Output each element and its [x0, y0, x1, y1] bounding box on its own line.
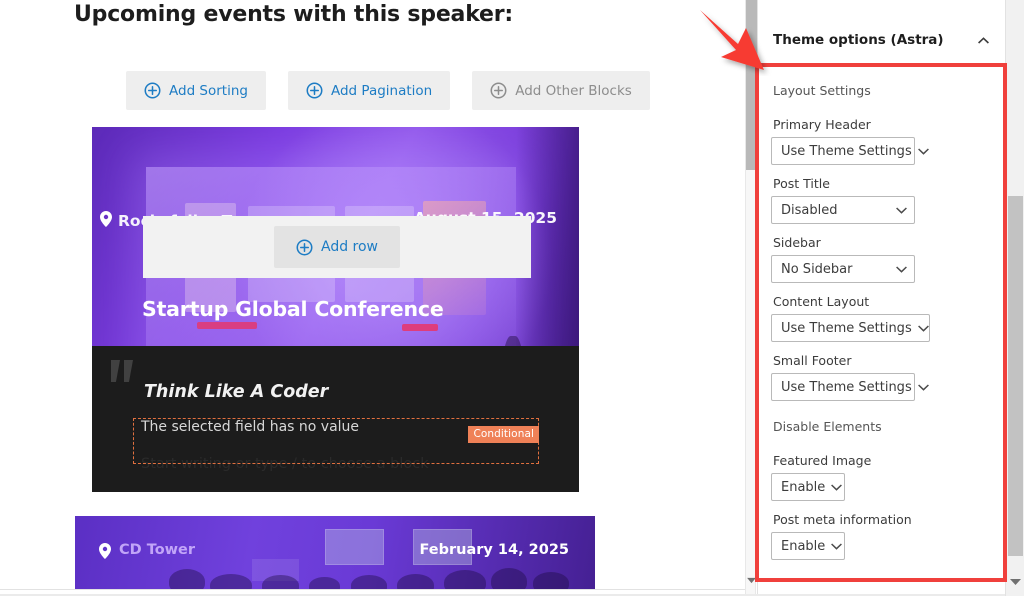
add-pagination-button[interactable]: Add Pagination — [287, 71, 451, 110]
plus-circle-icon — [490, 82, 507, 99]
theme-options-panel-body: Layout Settings Primary Header Use Theme… — [758, 62, 1005, 596]
plus-circle-icon — [144, 82, 161, 99]
plus-circle-icon — [306, 82, 323, 99]
field-label-sidebar: Sidebar — [773, 235, 821, 250]
event-meta: CD Tower February 14, 2025 — [99, 542, 569, 564]
select-small-footer[interactable]: Use Theme Settings — [771, 373, 929, 401]
add-row-label: Add row — [320, 239, 379, 255]
add-other-blocks-label: Add Other Blocks — [515, 82, 632, 99]
event-location-label: CD Tower — [119, 542, 196, 558]
editor-scroll-down-icon[interactable] — [747, 577, 756, 584]
chevron-down-icon — [917, 383, 929, 391]
add-pagination-label: Add Pagination — [330, 82, 433, 99]
select-small-footer-value: Use Theme Settings — [781, 379, 912, 395]
chevron-down-icon — [917, 147, 929, 155]
select-post-title[interactable]: Disabled — [771, 196, 915, 224]
section-label-disable-elements: Disable Elements — [773, 419, 882, 434]
quote-title: Think Like A Coder — [144, 382, 329, 402]
browser-scrollbar[interactable] — [1005, 0, 1024, 596]
screenshot-canvas: Upcoming events with this speaker: Add S… — [0, 0, 1024, 596]
add-sorting-label: Add Sorting — [169, 82, 248, 99]
editor-bottom-divider — [0, 589, 745, 590]
scroll-down-arrow-icon[interactable] — [1010, 578, 1021, 586]
add-other-blocks-button[interactable]: Add Other Blocks — [472, 71, 650, 110]
chevron-up-icon[interactable] — [978, 36, 989, 44]
chevron-down-icon — [896, 206, 907, 214]
field-label-featured-image: Featured Image — [773, 453, 872, 468]
map-pin-icon — [100, 211, 112, 227]
select-post-meta-information[interactable]: Enable — [771, 532, 845, 560]
event-card[interactable]: CD Tower February 14, 2025 — [75, 516, 595, 590]
chevron-down-icon — [917, 324, 929, 332]
plus-circle-icon — [296, 239, 313, 256]
select-post-meta-information-value: Enable — [781, 538, 826, 554]
select-sidebar-value: No Sidebar — [781, 261, 853, 277]
select-featured-image[interactable]: Enable — [771, 473, 845, 501]
chevron-down-icon — [896, 265, 907, 273]
block-inserter-button-group: Add Sorting Add Pagination Add Other Blo… — [126, 71, 650, 110]
editor-scrollbar-thumb[interactable] — [746, 0, 757, 170]
event-date: February 14, 2025 — [419, 542, 569, 558]
chevron-down-icon — [831, 483, 843, 491]
conditional-badge: Conditional — [468, 426, 539, 443]
select-featured-image-value: Enable — [781, 479, 826, 495]
chevron-down-icon — [831, 542, 843, 550]
theme-options-title: Theme options (Astra) — [773, 32, 944, 48]
browser-scrollbar-thumb[interactable] — [1008, 196, 1023, 556]
section-label-layout-settings: Layout Settings — [773, 83, 871, 98]
theme-options-panel-header[interactable]: Theme options (Astra) — [758, 18, 1005, 62]
field-label-primary-header: Primary Header — [773, 117, 871, 132]
select-content-layout[interactable]: Use Theme Settings — [771, 314, 930, 342]
select-sidebar[interactable]: No Sidebar — [771, 255, 915, 283]
field-label-content-layout: Content Layout — [773, 294, 870, 309]
select-primary-header[interactable]: Use Theme Settings — [771, 137, 929, 165]
field-label-small-footer: Small Footer — [773, 353, 852, 368]
add-row-button[interactable]: Add row — [273, 226, 401, 268]
block-editor-canvas: Upcoming events with this speaker: Add S… — [0, 0, 745, 596]
field-label-post-title: Post Title — [773, 176, 830, 191]
empty-field-message: The selected field has no value — [141, 419, 360, 435]
add-row-overlay: Add row — [143, 216, 531, 278]
quote-mark-icon — [111, 360, 137, 382]
select-post-title-value: Disabled — [781, 202, 838, 218]
add-sorting-button[interactable]: Add Sorting — [126, 71, 266, 110]
sidebar-top-strip — [758, 0, 1005, 19]
field-label-post-meta-information: Post meta information — [773, 512, 912, 527]
select-content-layout-value: Use Theme Settings — [781, 320, 912, 336]
theme-options-sidebar: Theme options (Astra) Layout Settings Pr… — [757, 0, 1005, 596]
editor-scrollbar[interactable] — [745, 0, 757, 596]
event-title: Startup Global Conference — [142, 297, 444, 321]
page-title: Upcoming events with this speaker: — [74, 2, 514, 27]
map-pin-icon — [99, 543, 111, 559]
select-primary-header-value: Use Theme Settings — [781, 143, 912, 159]
event-location: CD Tower — [99, 542, 196, 559]
